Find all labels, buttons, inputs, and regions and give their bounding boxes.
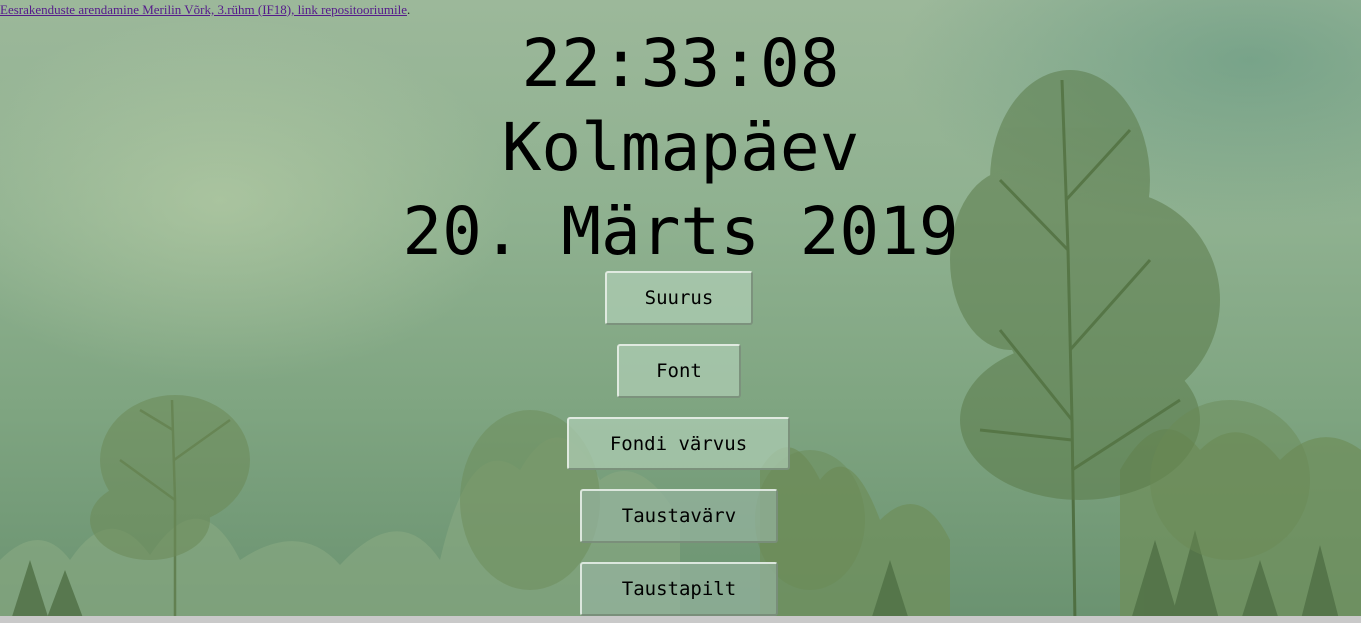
size-button[interactable]: Suurus (605, 271, 753, 325)
clock-time: 22:33:08 (521, 25, 840, 102)
font-button[interactable]: Font (617, 344, 741, 398)
link-trailing-period: . (407, 2, 411, 17)
background-image-button[interactable]: Taustapilt (580, 562, 778, 616)
background-color-button[interactable]: Taustavärv (580, 489, 778, 543)
header-link-line: Eesrakenduste arendamine Merilin Võrk, 3… (0, 2, 410, 18)
repository-link[interactable]: Eesrakenduste arendamine Merilin Võrk, 3… (0, 2, 407, 17)
clock-date: 20. Märts 2019 (402, 193, 959, 270)
clock-weekday: Kolmapäev (501, 109, 860, 186)
font-color-button[interactable]: Fondi värvus (567, 417, 790, 470)
page-bottom-edge (0, 616, 1361, 623)
